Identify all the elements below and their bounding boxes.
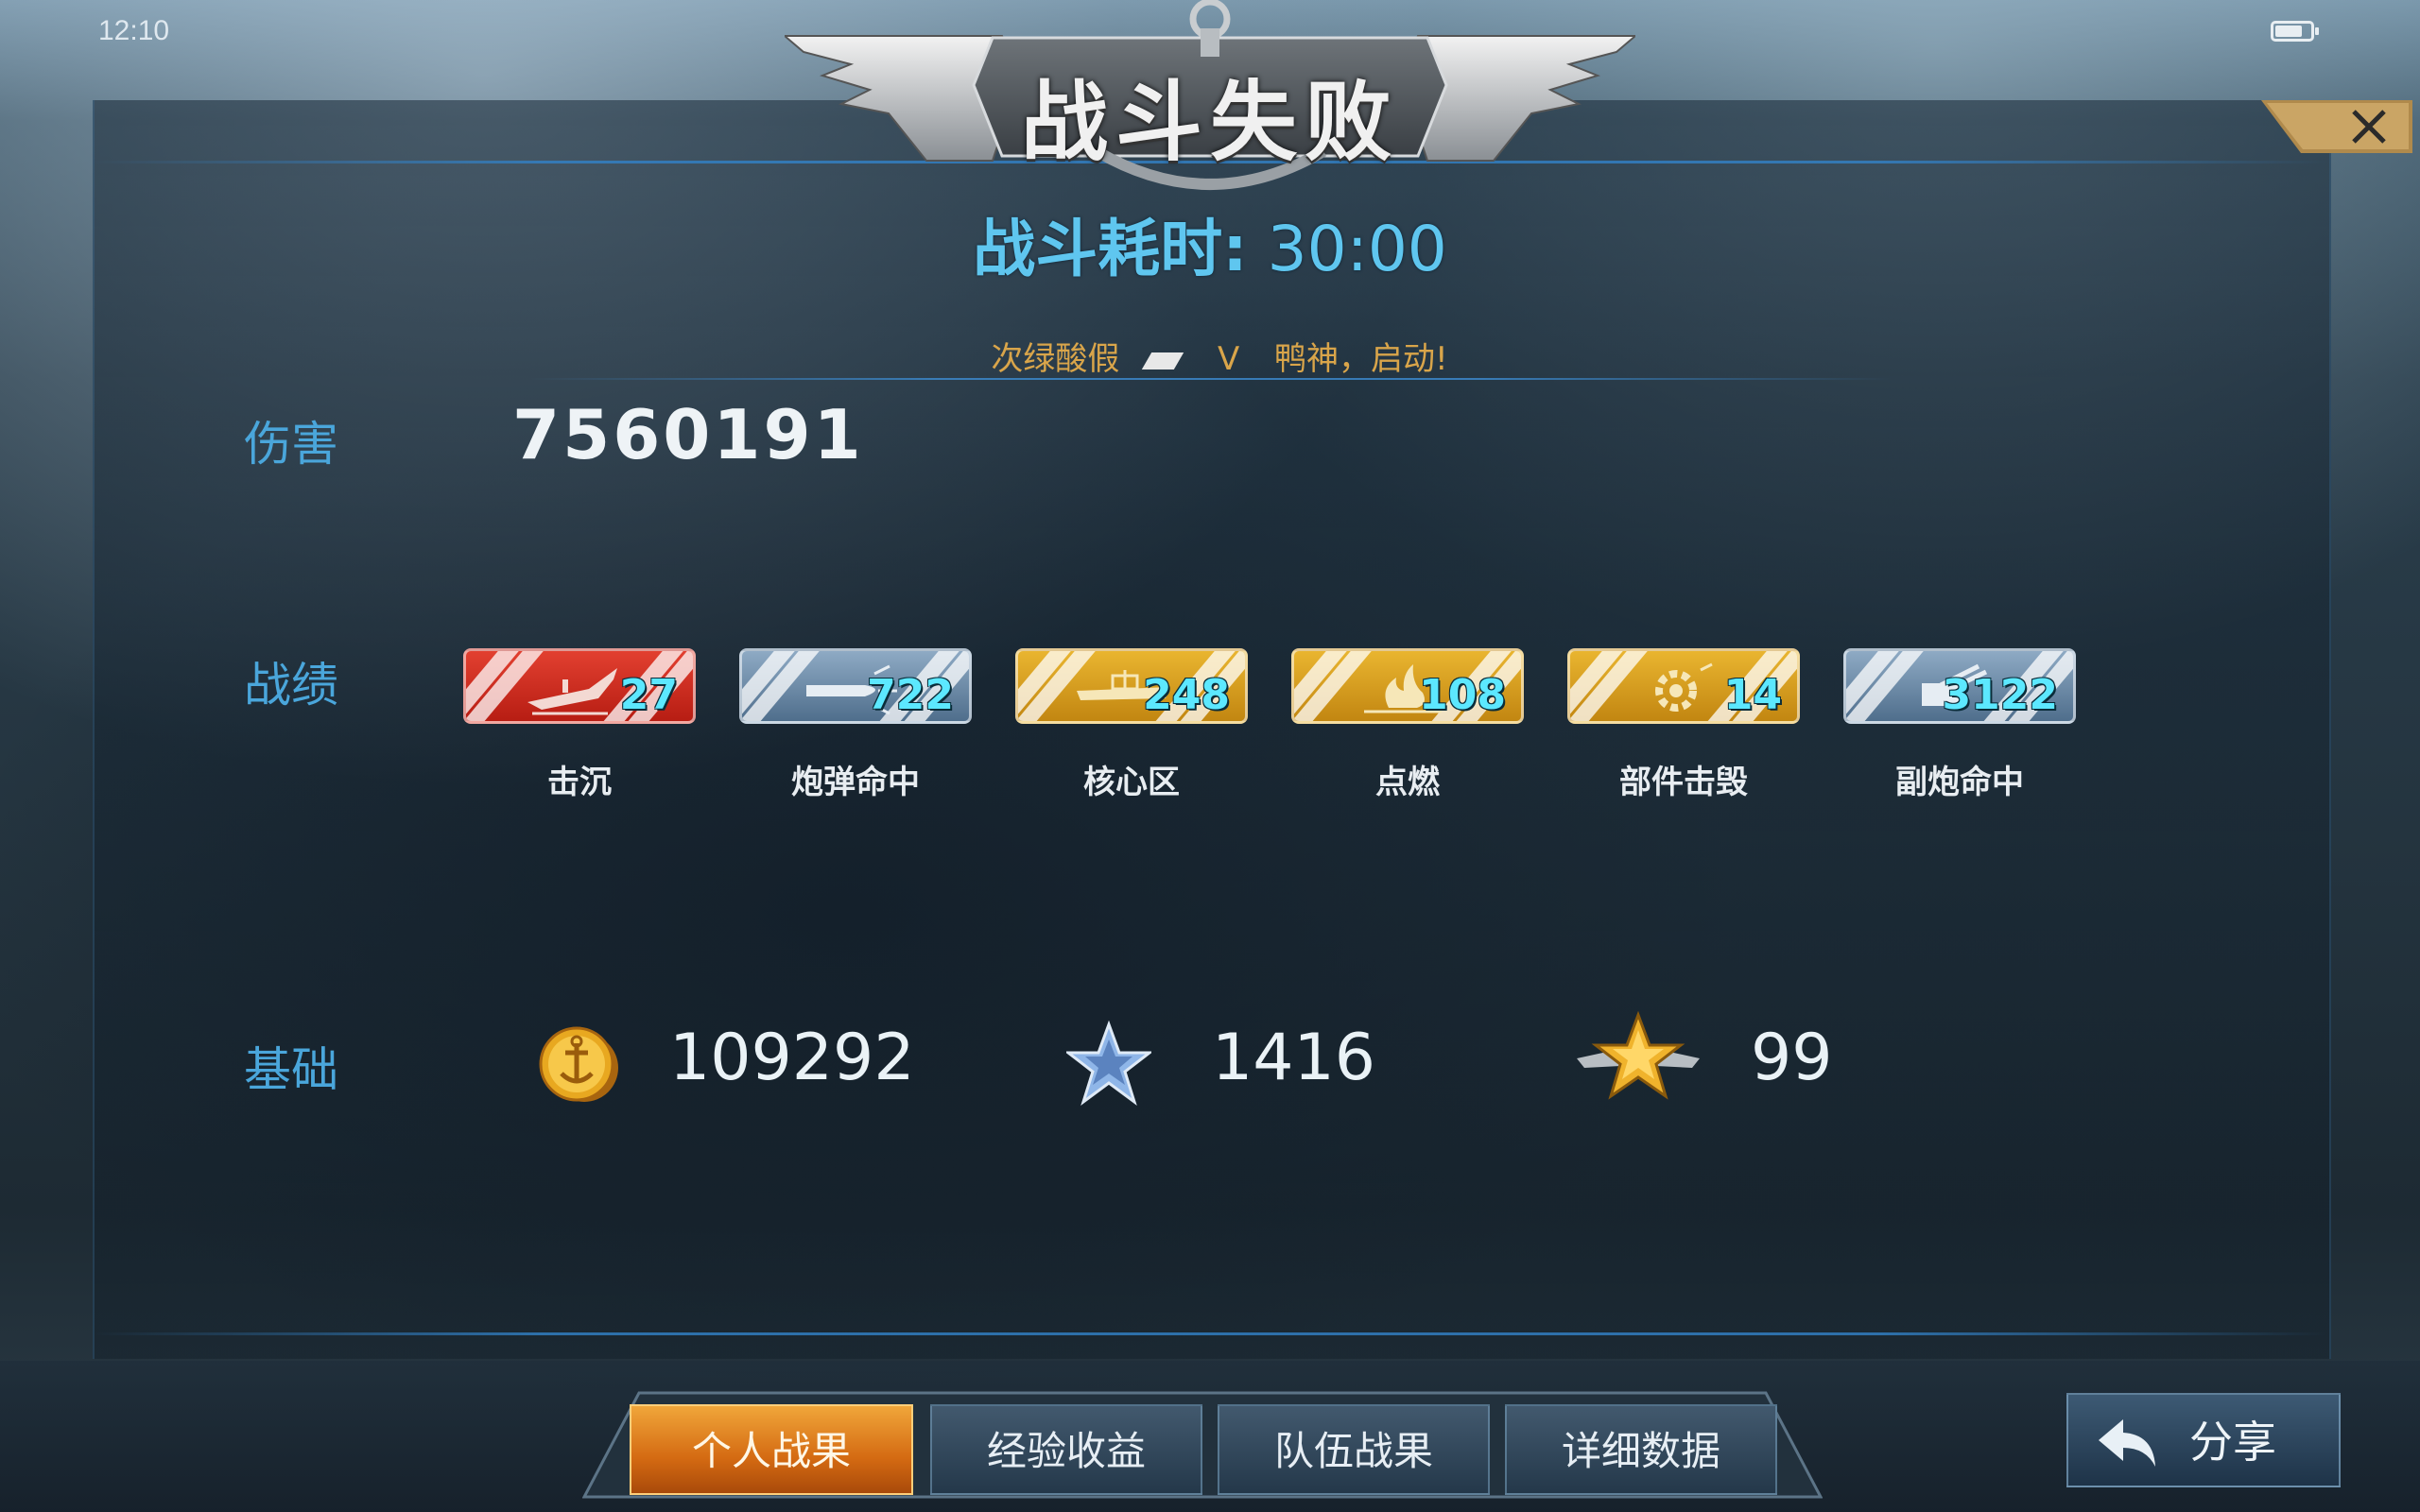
tab-team-result[interactable]: 队伍战果	[1218, 1404, 1490, 1495]
close-icon	[2352, 110, 2386, 144]
badge-ignite-label: 点燃	[1375, 764, 1440, 801]
rank-star-icon	[1577, 1011, 1700, 1100]
gear-icon	[1655, 662, 1713, 712]
battery-icon	[2271, 21, 2319, 42]
badge-core-zone: 248	[1015, 648, 1248, 724]
share-arrow-icon	[2099, 1419, 2155, 1467]
battle-duration: 战斗耗时: 30:00	[0, 198, 2420, 289]
result-banner: 战斗失败	[785, 0, 1635, 208]
share-button[interactable]: 分享	[2066, 1393, 2341, 1487]
coins-value: 109292	[669, 1021, 915, 1095]
player-right-name: 鸭神，启动!	[1274, 340, 1448, 378]
sinking-ship-icon	[527, 668, 617, 715]
badge-core-zone-value: 248	[1143, 671, 1230, 719]
badge-ignite-value: 108	[1419, 671, 1506, 719]
basic-label: 基础	[244, 1042, 338, 1097]
badge-shell-hit-value: 722	[867, 671, 954, 719]
battle-result-title: 战斗失败	[1020, 72, 1399, 173]
badge-secondary-hit-value: 3122	[1942, 671, 2058, 719]
stars-value: 1416	[1212, 1021, 1376, 1095]
badge-sink: 27	[463, 648, 696, 724]
header-divider	[529, 378, 1891, 380]
close-button[interactable]	[2261, 100, 2412, 153]
blue-star-icon	[1066, 1021, 1151, 1106]
tab-personal-result[interactable]: 个人战果	[630, 1404, 913, 1495]
badge-shell-hit: 722	[739, 648, 972, 724]
badge-sink-label: 击沉	[547, 764, 612, 801]
badge-module-destroyed: 14	[1567, 648, 1800, 724]
badge-shell-hit-label: 炮弹命中	[791, 764, 920, 801]
panel-bottom-divider	[93, 1332, 2327, 1335]
record-label: 战绩	[244, 658, 338, 713]
badge-secondary-hit: 3122	[1843, 648, 2076, 724]
badge-module-destroyed-value: 14	[1723, 671, 1782, 719]
tab-exp-reward[interactable]: 经验收益	[930, 1404, 1202, 1495]
matchup-line: 次绿酸假 V 鸭神，启动!	[0, 333, 2420, 379]
damage-value: 7560191	[512, 395, 864, 474]
badge-ignite: 108	[1291, 648, 1524, 724]
badge-secondary-hit-label: 副炮命中	[1895, 764, 2024, 801]
status-clock: 12:10	[98, 15, 170, 46]
badge-sink-value: 27	[619, 671, 678, 719]
tab-detailed-data[interactable]: 详细数据	[1505, 1404, 1777, 1495]
damage-label: 伤害	[244, 417, 338, 472]
share-label: 分享	[2189, 1417, 2276, 1468]
versus-label: V	[1217, 340, 1240, 378]
battle-duration-label: 战斗耗时:	[973, 213, 1248, 285]
badge-module-destroyed-label: 部件击毁	[1619, 764, 1748, 801]
rank-value: 99	[1751, 1021, 1833, 1095]
pencil-icon	[1141, 352, 1184, 369]
battle-duration-value: 30:00	[1267, 213, 1447, 285]
badge-core-zone-label: 核心区	[1083, 764, 1180, 801]
gold-coin-icon	[539, 1026, 618, 1102]
player-left-name: 次绿酸假	[991, 340, 1120, 378]
